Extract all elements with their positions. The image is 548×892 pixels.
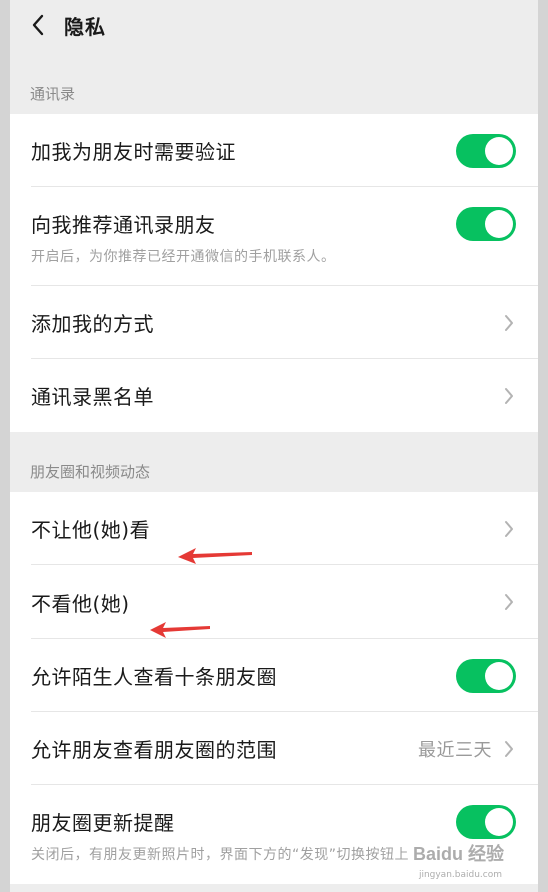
stranger-ten-toggle[interactable] — [456, 658, 516, 693]
toggle-knob — [485, 209, 513, 238]
contacts-group: 加我为朋友时需要验证 向我推荐通讯录朋友 开启后，为你推荐已经开通微信的手机联系… — [10, 114, 538, 432]
row-hide-from[interactable]: 不让他(她)看 — [10, 492, 538, 565]
toggle-knob — [485, 136, 513, 165]
recommend-toggle[interactable] — [456, 206, 516, 241]
row-add-methods[interactable]: 添加我的方式 — [10, 286, 538, 359]
row-add-methods-label: 添加我的方式 — [31, 312, 154, 336]
row-stranger-ten[interactable]: 允许陌生人查看十条朋友圈 — [10, 639, 538, 712]
chevron-right-icon — [502, 739, 516, 759]
row-range-right: 最近三天 — [418, 736, 516, 762]
settings-screen: 隐私 通讯录 加我为朋友时需要验证 向我推荐通讯录朋友 开启后，为你推荐已经开通… — [0, 0, 548, 892]
verify-toggle[interactable] — [456, 133, 516, 168]
section-label-contacts: 通讯录 — [30, 85, 76, 103]
update-remind-toggle[interactable] — [456, 804, 516, 839]
nav-bar: 隐私 — [10, 0, 538, 50]
row-blacklist[interactable]: 通讯录黑名单 — [10, 359, 538, 432]
moments-group: 不让他(她)看 不看他(她) 允许陌生人查看十条朋友圈 允许朋友查看朋友圈的范围… — [10, 492, 538, 884]
row-verify[interactable]: 加我为朋友时需要验证 — [10, 114, 538, 187]
row-stranger-ten-label: 允许陌生人查看十条朋友圈 — [31, 665, 277, 689]
row-recommend-label: 向我推荐通讯录朋友 — [31, 213, 216, 237]
watermark-sub: jingyan.baidu.com — [418, 870, 502, 880]
chevron-right-icon — [502, 519, 516, 539]
row-verify-label: 加我为朋友时需要验证 — [31, 140, 236, 164]
row-update-remind-label: 朋友圈更新提醒 — [31, 811, 175, 835]
row-range-value: 最近三天 — [418, 739, 492, 761]
chevron-right-icon — [502, 386, 516, 406]
row-recommend-sub: 开启后，为你推荐已经开通微信的手机联系人。 — [31, 249, 336, 265]
page-title: 隐私 — [64, 14, 106, 39]
chevron-left-icon — [32, 14, 44, 36]
section-label-moments: 朋友圈和视频动态 — [30, 463, 151, 481]
back-button[interactable] — [26, 13, 50, 37]
chevron-right-icon — [502, 313, 516, 333]
row-range-label: 允许朋友查看朋友圈的范围 — [31, 738, 277, 762]
watermark-text: Baidu 经验 — [412, 844, 504, 864]
row-hide-from-label: 不让他(她)看 — [31, 518, 151, 542]
row-recommend[interactable]: 向我推荐通讯录朋友 开启后，为你推荐已经开通微信的手机联系人。 — [10, 187, 538, 286]
row-blacklist-label: 通讯录黑名单 — [31, 385, 154, 409]
row-not-see-label: 不看他(她) — [31, 591, 130, 616]
row-not-see[interactable]: 不看他(她) — [10, 565, 538, 639]
watermark-logo: Baidu 经验 — [413, 840, 504, 866]
toggle-knob — [485, 661, 513, 690]
toggle-knob — [485, 807, 513, 836]
chevron-right-icon — [502, 592, 516, 612]
row-range[interactable]: 允许朋友查看朋友圈的范围 最近三天 — [10, 712, 538, 785]
